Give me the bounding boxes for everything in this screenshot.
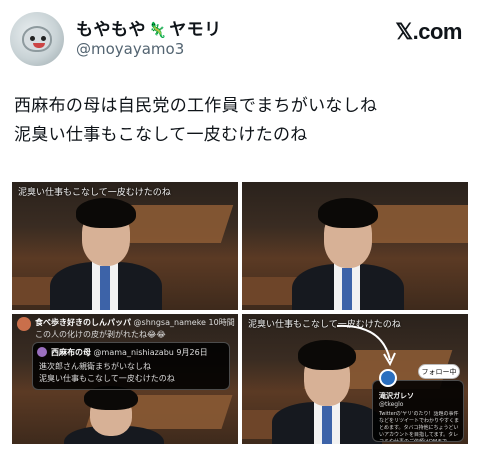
- quote-avatar: [17, 317, 31, 331]
- media-image-3[interactable]: 食べ歩き好きのしんパッパ @shngsa_nameke 10時間 この人の化けの…: [12, 314, 238, 444]
- media-grid[interactable]: 泥臭い仕事もこなして一皮むけたのね 食べ歩き好きのしんパッパ @shngsa_n…: [12, 182, 468, 444]
- quote-name: 食べ歩き好きのしんパッパ: [35, 318, 131, 327]
- hair-shape: [76, 198, 136, 228]
- profile-handle: @tkeglo: [379, 401, 404, 408]
- media-image-2[interactable]: [242, 182, 468, 310]
- mouth-shape: [33, 43, 45, 48]
- quote-text: この人の化けの皮が剥がれたね😂😂: [35, 330, 166, 339]
- eye-shape: [41, 36, 46, 41]
- display-name[interactable]: もやもや 🦎 ヤモリ: [76, 15, 222, 40]
- tie-shape: [342, 268, 352, 310]
- user-handle[interactable]: @moyayamo3: [76, 40, 184, 58]
- profile-bio: Twitterの'ヤリ'のたり！話題の事件などをリツイートでわかりやすくまとめま…: [379, 411, 460, 441]
- inner-time: 9月26日: [176, 348, 208, 357]
- display-name-right: ヤモリ: [169, 20, 222, 40]
- profile-name: 滝沢ガレソ: [379, 392, 414, 400]
- display-name-left: もやもや: [76, 20, 146, 40]
- eye-shape: [30, 36, 35, 41]
- quote-handle: @shngsa_nameke: [133, 318, 206, 327]
- avatar[interactable]: [10, 12, 64, 66]
- quote-time: 10時間: [208, 318, 235, 327]
- gecko-icon: 🦎: [148, 21, 168, 39]
- media-image-1[interactable]: 泥臭い仕事もこなして一皮むけたのね: [12, 182, 238, 310]
- profile-avatar: [379, 369, 397, 387]
- tie-shape: [100, 266, 110, 310]
- arrow-icon: [336, 324, 396, 367]
- media-image-4[interactable]: 泥臭い仕事もこなして一皮むけたのね フォロー中 滝沢ガレソ @tkeglo Tw…: [242, 314, 468, 444]
- tweet-header: もやもや 🦎 ヤモリ @moyayamo3 𝕏.com: [0, 0, 480, 80]
- inner-line: 進次郎さん親衛まちがいなしね: [39, 362, 151, 371]
- quoted-tweet-card: 西麻布の母 @mama_nishiazabu 9月26日 進次郎さん親衛まちがい…: [32, 342, 230, 390]
- inner-avatar: [37, 347, 47, 357]
- inner-header: 西麻布の母 @mama_nishiazabu 9月26日: [51, 347, 208, 358]
- hair-shape: [318, 198, 378, 228]
- tweet-line: 泥臭い仕事もこなして一皮むけたのね: [14, 125, 308, 145]
- inner-handle: @mama_nishiazabu: [93, 348, 174, 357]
- tie-shape: [322, 406, 332, 444]
- inner-name: 西麻布の母: [51, 348, 91, 357]
- image-caption: 泥臭い仕事もこなして一皮むけたのね: [18, 188, 171, 198]
- x-logo: 𝕏.com: [395, 19, 462, 44]
- follow-button[interactable]: フォロー中: [418, 364, 460, 379]
- quote-header: 食べ歩き好きのしんパッパ @shngsa_nameke 10時間: [35, 317, 235, 328]
- profile-card: 滝沢ガレソ @tkeglo Twitterの'ヤリ'のたり！話題の事件などをリツ…: [372, 369, 464, 442]
- inner-line: 泥臭い仕事もこなして一皮むけたのね: [39, 374, 175, 383]
- tweet-line: 西麻布の母は自民党の工作員でまちがいなしね: [14, 96, 378, 116]
- tweet-text: 西麻布の母は自民党の工作員でまちがいなしね 泥臭い仕事もこなして一皮むけたのね: [14, 92, 474, 150]
- gecko-icon: [22, 26, 52, 52]
